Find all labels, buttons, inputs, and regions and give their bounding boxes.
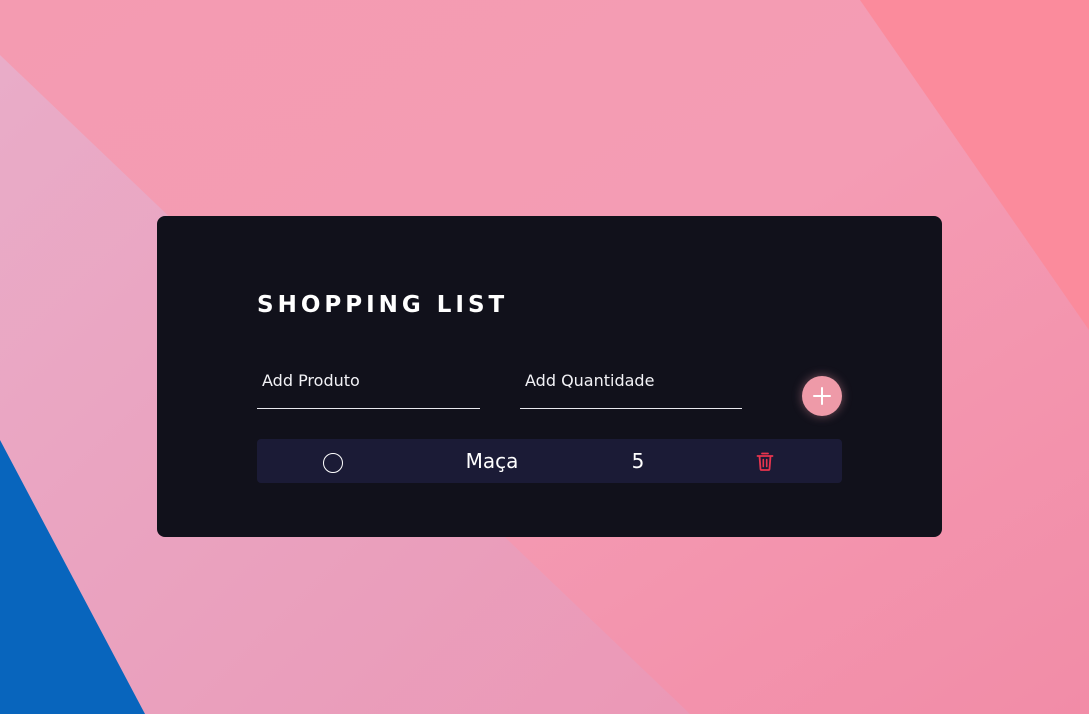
plus-icon [813,387,831,405]
product-input[interactable] [257,366,480,409]
page-title: SHOPPING LIST [257,292,509,318]
quantity-input[interactable] [520,366,742,409]
shopping-list-card: SHOPPING LIST Maça 5 [157,216,942,537]
item-name: Maça [465,449,519,473]
add-item-button[interactable] [802,376,842,416]
item-quantity: 5 [631,449,645,473]
trash-icon [756,452,774,471]
list-item: Maça 5 [257,439,842,483]
circle-checkbox-icon[interactable] [323,453,343,473]
delete-item-button[interactable] [754,450,776,472]
